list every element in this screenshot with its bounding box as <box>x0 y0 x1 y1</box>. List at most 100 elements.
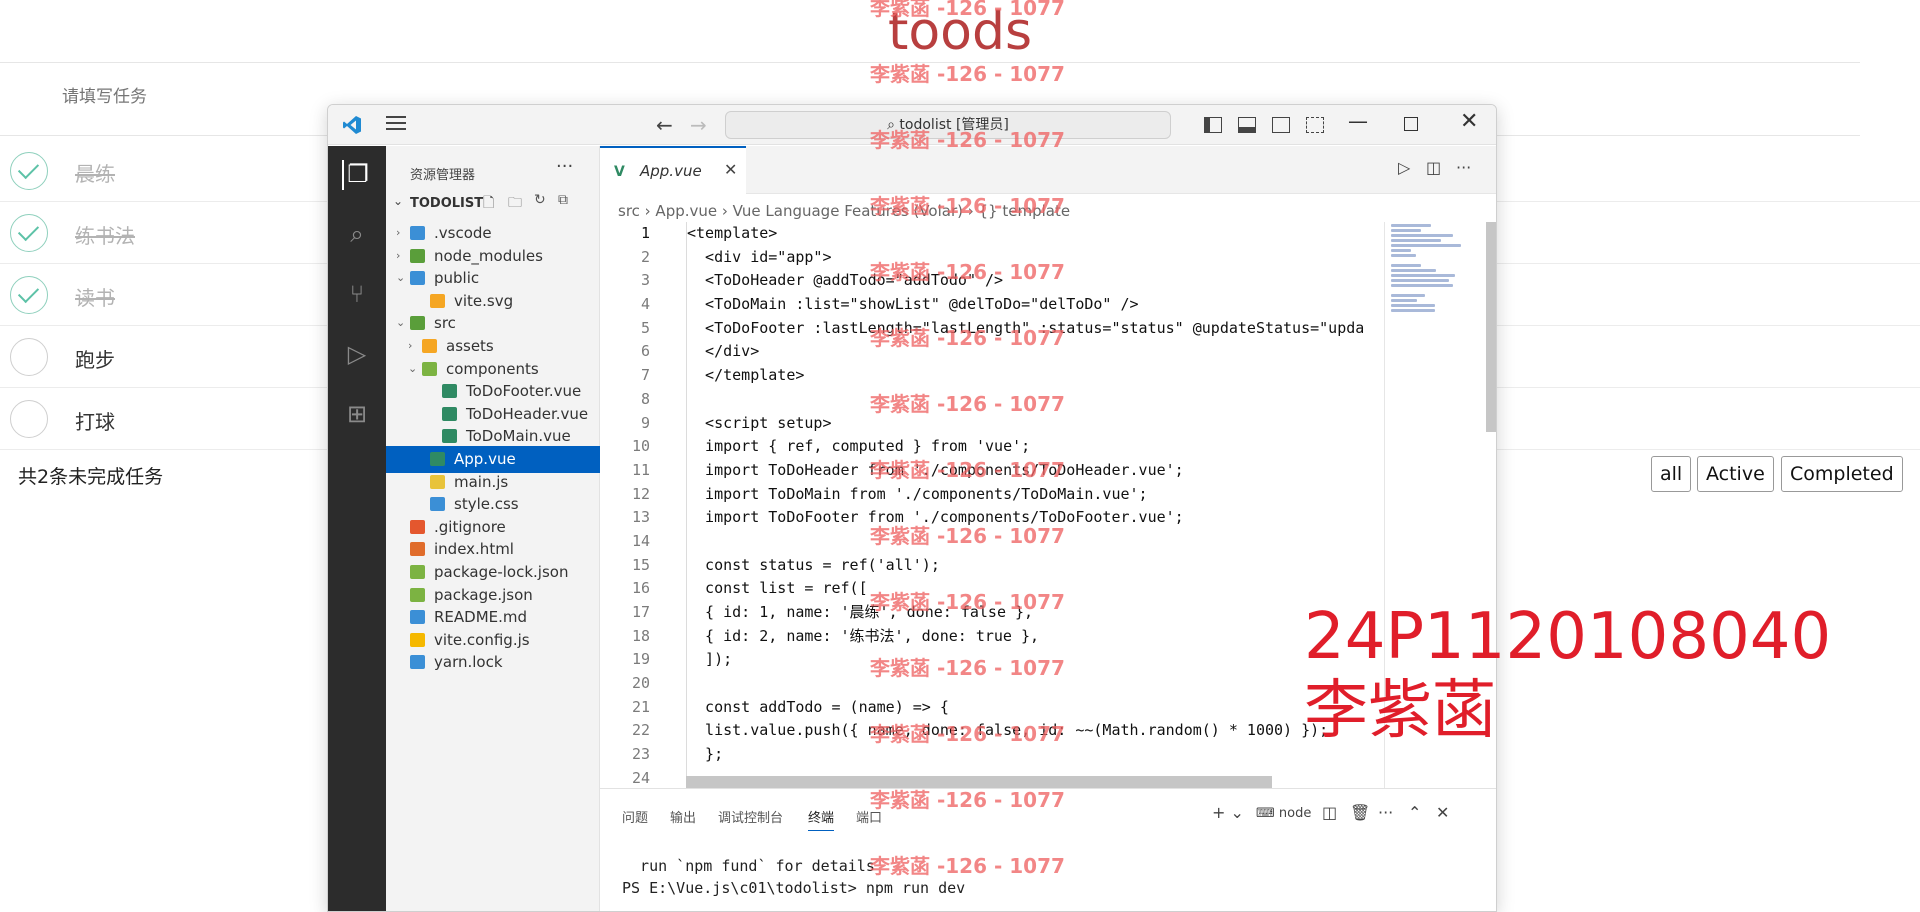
close-window-icon[interactable]: ✕ <box>1460 109 1478 134</box>
refresh-icon[interactable]: ↻ <box>534 192 546 208</box>
code-line: </template> <box>687 366 805 385</box>
todo-text: 打球 <box>75 410 115 434</box>
todo-checkbox[interactable] <box>10 276 48 314</box>
search-icon[interactable]: ⌕ <box>342 220 372 250</box>
todo-checkbox[interactable] <box>10 214 48 252</box>
watermark-text: 李紫菡 -126 - 1077 <box>870 524 1065 548</box>
collapse-all-icon[interactable]: ⧉ <box>558 192 568 208</box>
more-actions-icon[interactable]: ··· <box>1378 803 1393 822</box>
toggle-panel-icon[interactable] <box>1238 117 1256 133</box>
filter-active-button[interactable]: Active <box>1697 456 1774 492</box>
forward-arrow-icon[interactable]: → <box>690 113 707 137</box>
chevron-right-icon: › <box>396 248 401 262</box>
todo-input[interactable] <box>62 87 362 107</box>
tab-output[interactable]: 输出 <box>670 807 696 826</box>
code-area[interactable]: <template> <div id="app"> <ToDoHeader @a… <box>686 222 1386 791</box>
file-type-icon <box>410 587 425 602</box>
todo-text: 跑步 <box>75 348 115 372</box>
line-number: 14 <box>631 531 650 550</box>
split-terminal-icon[interactable]: ◫ <box>1322 803 1337 822</box>
file-type-icon <box>410 519 425 534</box>
file-type-icon <box>430 452 445 466</box>
vertical-scrollbar[interactable] <box>1486 222 1496 432</box>
file-type-icon <box>410 655 425 670</box>
file-type-icon <box>422 339 437 353</box>
chevron-right-icon: › <box>408 339 413 352</box>
add-terminal-icon[interactable]: + ⌄ <box>1212 803 1244 822</box>
terminal-icon[interactable]: ⌨ node <box>1256 806 1311 821</box>
line-number: 24 <box>631 768 650 787</box>
close-panel-icon[interactable]: ✕ <box>1436 803 1449 822</box>
watermark-text: 李紫菡 -126 - 1077 <box>870 788 1065 812</box>
close-tab-icon[interactable]: ✕ <box>724 160 737 179</box>
todo-checkbox[interactable] <box>10 338 48 376</box>
watermark-text: 李紫菡 -126 - 1077 <box>870 458 1065 482</box>
tree-item-label: node_modules <box>434 246 543 265</box>
file-type-icon <box>430 474 445 489</box>
todo-checkbox[interactable] <box>10 152 48 190</box>
tab-label: App.vue <box>640 162 702 180</box>
todo-checkbox[interactable] <box>10 400 48 438</box>
watermark-text: 李紫菡 -126 - 1077 <box>870 194 1065 218</box>
new-file-icon[interactable]: 🗋 <box>483 192 494 216</box>
code-line: <template> <box>687 224 778 242</box>
trash-icon[interactable]: 🗑 <box>1350 803 1370 822</box>
line-numbers: 1 2 3 4 5 6 7 8 9 10 11 12 13 14 15 16 17 18 19 20 21 22 23 24 <box>600 222 686 791</box>
line-number: 13 <box>631 508 650 527</box>
toggle-secondary-sidebar-icon[interactable] <box>1272 117 1290 133</box>
file-type-icon <box>442 384 457 399</box>
tree-item-label: ToDoMain.vue <box>466 427 571 446</box>
todo-text: 晨练 <box>75 162 115 186</box>
chevron-right-icon: › <box>396 226 401 239</box>
tree-item-label: App.vue <box>454 450 516 468</box>
tree-item-label: main.js <box>454 472 509 491</box>
watermark-text: 李紫菡 -126 - 1077 <box>870 326 1065 350</box>
watermark-text: 李紫菡 -126 - 1077 <box>870 128 1065 152</box>
menu-icon[interactable] <box>386 116 406 132</box>
extensions-icon[interactable]: ⊞ <box>342 400 372 430</box>
tab-debug-console[interactable]: 调试控制台 <box>718 807 783 826</box>
tree-item-file-yarn-lock[interactable]: yarn.lock <box>386 649 600 676</box>
maximize-icon[interactable] <box>1404 117 1418 131</box>
line-number: 19 <box>631 650 650 669</box>
run-debug-icon[interactable]: ▷ <box>342 340 372 370</box>
stamp-id: 24P1120108040 <box>1304 600 1832 674</box>
line-number: 1 <box>640 224 650 242</box>
toggle-sidebar-icon[interactable] <box>1204 117 1222 133</box>
filter-completed-button[interactable]: Completed <box>1781 456 1903 492</box>
back-arrow-icon[interactable]: ← <box>656 113 673 137</box>
new-folder-icon[interactable]: 🗀 <box>508 192 522 216</box>
code-line: const status = ref('all'); <box>687 555 940 574</box>
line-number: 20 <box>631 674 650 693</box>
file-type-icon <box>410 248 425 263</box>
explorer-icon[interactable]: ❐ <box>342 160 372 190</box>
more-actions-icon[interactable]: ··· <box>556 156 573 177</box>
tree-root-header[interactable]: ⌄ TODOLIST 🗋 🗀 ↻ ⧉ <box>386 192 600 214</box>
code-line: const addTodo = (name) => { <box>687 697 949 716</box>
minimize-icon[interactable]: — <box>1348 109 1368 133</box>
filter-all-button[interactable]: all <box>1651 456 1692 492</box>
run-icon[interactable]: ▷ <box>1398 158 1410 177</box>
tab-bar: V App.vue ✕ ▷ ◫ ··· <box>600 146 1496 194</box>
root-folder-name: TODOLIST <box>410 196 484 211</box>
tab-problems[interactable]: 问题 <box>622 807 648 826</box>
chevron-down-icon: ⌄ <box>408 361 418 375</box>
line-number: 16 <box>631 579 650 598</box>
split-editor-icon[interactable]: ◫ <box>1426 158 1441 177</box>
file-type-icon <box>410 542 425 557</box>
code-line: { id: 2, name: '练书法', done: true }, <box>687 626 1040 645</box>
chevron-down-icon: ⌄ <box>396 271 406 285</box>
source-control-icon[interactable]: ⑂ <box>342 280 372 310</box>
line-number: 2 <box>640 247 650 266</box>
tab-terminal[interactable]: 终端 <box>808 807 835 831</box>
sidebar-title: 资源管理器 <box>410 168 476 183</box>
more-actions-icon[interactable]: ··· <box>1456 158 1471 177</box>
customize-layout-icon[interactable] <box>1306 117 1324 133</box>
tab-app-vue[interactable]: V App.vue ✕ <box>600 146 746 194</box>
terminal-name: node <box>1278 806 1312 821</box>
maximize-panel-icon[interactable]: ⌃ <box>1408 803 1421 822</box>
code-line: <ToDoMain :list="showList" @delToDo="del… <box>687 295 1139 314</box>
tree-item-label: README.md <box>434 608 528 627</box>
terminal-line: PS E:\Vue.js\c01\todolist> npm run dev <box>622 879 966 897</box>
line-number: 17 <box>631 603 650 621</box>
